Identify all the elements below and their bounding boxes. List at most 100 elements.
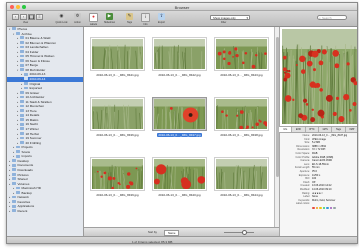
sidebar-item-label: 15 Makro	[25, 117, 39, 122]
folder-icon	[12, 177, 16, 181]
sidebar-item-label: Photos	[17, 27, 28, 31]
inspector-tab[interactable]: Info	[279, 127, 293, 132]
folder-icon	[20, 118, 24, 122]
sidebar-item-label: 07 Berge	[25, 63, 39, 68]
sidebar-item-label: 02 Blumen & Pflanzen	[25, 40, 57, 45]
inspector-tab[interactable]: Tags	[332, 127, 346, 132]
label-color-picker	[280, 206, 357, 210]
thumbnail-caption: 2010-06-13_0…_IMG_8436.jpg	[96, 133, 139, 137]
folder-icon	[24, 86, 28, 90]
sidebar-item-label: Scans	[21, 149, 31, 154]
inspector-tab[interactable]: XMP	[346, 127, 357, 132]
folder-icon	[12, 181, 16, 185]
slideshow-button[interactable]: ▶ Slideshow	[103, 13, 116, 24]
label-color-dot[interactable]	[315, 206, 318, 210]
search-field[interactable]: ⌕ Search	[317, 15, 347, 20]
thumbnail-frame	[90, 97, 145, 131]
folder-icon	[12, 27, 16, 31]
thumbnail-item[interactable]: 2010-06-13_0…_IMG_8441.jpg	[90, 37, 145, 77]
filter-label: Filter	[221, 21, 227, 24]
thumbnail-item[interactable]: 2010-06-13_0…_IMG_8439.jpg	[90, 157, 145, 197]
toolbar: ‹ › ▦ ≡ View ◉ Quick Look ✲ Action ● Lab…	[7, 11, 357, 27]
thumbnail-caption: 2010-06-13_0…_IMG_8439.jpg	[96, 193, 139, 197]
list-view-button[interactable]: ≡	[36, 14, 43, 20]
thumbnail-image	[154, 99, 205, 129]
thumbnail-item[interactable]: 2010-06-13_0…_IMG_8438.jpg	[214, 97, 269, 137]
filter-select[interactable]: Show images only	[210, 15, 250, 21]
sidebar-item-label: 20 Frühling	[25, 140, 41, 145]
inspector-tab[interactable]: IPTC	[306, 127, 319, 132]
thumbnail-item[interactable]: 2010-06-13_0…_IMG_8440.jpg	[152, 157, 207, 197]
thumbnail-item[interactable]: 2010-06-13_0…_IMG_8444.jpg	[214, 157, 269, 197]
thumbnail-image	[92, 39, 143, 69]
sidebar-item-label: 05 Himmel & Wolken	[25, 54, 55, 59]
sidebar-item[interactable]: ▸ Recent	[7, 209, 83, 214]
folder-icon	[20, 104, 24, 108]
folder-icon	[20, 109, 24, 113]
labels-button[interactable]: ● Labels	[87, 13, 100, 26]
thumbnail-image	[92, 159, 143, 189]
sidebar-item-label: 11 Stadt & Straßen	[25, 99, 52, 104]
label-color-dot[interactable]	[319, 206, 322, 210]
folder-icon	[16, 145, 20, 149]
metadata-value[interactable]	[312, 202, 357, 206]
forward-button[interactable]: ›	[20, 14, 27, 20]
inspector-tab[interactable]: EXIF	[292, 127, 306, 132]
label-color-dot[interactable]	[333, 206, 336, 210]
sidebar-item-label: Downloads	[17, 167, 33, 172]
folder-icon	[20, 41, 24, 44]
folder-icon	[20, 91, 24, 94]
thumbnail-image	[154, 159, 205, 189]
folder-icon	[12, 209, 16, 213]
eye-icon: ◉	[58, 13, 65, 20]
thumbnail-image	[216, 99, 267, 129]
folder-icon	[20, 136, 24, 140]
sidebar-item-label: Backup	[21, 190, 32, 195]
sidebar-item-label: 10 Architektur	[25, 95, 45, 100]
thumbnail-caption: 2010-06-13_0…_IMG_8440.jpg	[158, 193, 201, 197]
folder-icon	[16, 191, 20, 194]
quicklook-button[interactable]: ◉ Quick Look	[55, 13, 68, 24]
folder-icon	[20, 68, 24, 72]
folder-icon	[12, 163, 16, 167]
export-icon: ⇪	[158, 13, 165, 20]
label-color-dot[interactable]	[312, 206, 315, 210]
sidebar-item-label: Projects	[21, 145, 33, 150]
sidebar-item-label: 13 Tiere	[25, 108, 37, 113]
folder-icon	[20, 95, 24, 99]
thumbnail-item[interactable]: 2010-06-13_0…_IMG_8443.jpg	[214, 37, 269, 77]
sidebar-item-label: Exported	[29, 86, 42, 91]
label-color-dot[interactable]	[329, 206, 332, 210]
folder-icon	[20, 59, 24, 63]
grid-view-button[interactable]: ▦	[28, 14, 35, 20]
sidebar-item-label: 09 Gräser	[25, 90, 40, 95]
status-text: 1 of 9 items selected, 85.3 MB	[132, 239, 173, 244]
back-button[interactable]: ‹	[12, 14, 19, 20]
sidebar-item-label: 01 Bäume & Wald	[25, 36, 51, 41]
sidebar-item-label: Documents	[17, 163, 34, 168]
play-icon: ▶	[106, 13, 113, 20]
folder-icon	[16, 31, 20, 35]
sidebar-item-label: 2010-06-14	[29, 77, 46, 82]
sidebar-item-label: Volumes	[17, 181, 30, 186]
label-color-dot[interactable]	[326, 206, 329, 210]
label-color-dot[interactable]	[322, 206, 325, 210]
info-button[interactable]: i Info	[139, 13, 152, 26]
sidebar-item-label: 17 Winter	[25, 127, 39, 132]
folder-icon	[20, 54, 24, 58]
view-mode-segment: ‹ › ▦ ≡	[12, 14, 43, 20]
folder-icon	[20, 63, 24, 67]
sidebar-item-label: Shared	[17, 177, 28, 182]
thumbnail-caption: 2010-06-13_0…_IMG_8437.jpg	[157, 133, 202, 137]
inspector-tab[interactable]: GPS	[319, 127, 333, 132]
thumbnail-frame	[152, 157, 207, 191]
thumbnail-item[interactable]: 2010-06-13_0…_IMG_8436.jpg	[90, 97, 145, 137]
export-button[interactable]: ⇪ Export	[155, 13, 168, 24]
thumbnail-item[interactable]: 2010-06-13_0…_IMG_8442.jpg	[152, 37, 207, 77]
zoom-slider[interactable]	[224, 230, 254, 235]
action-button[interactable]: ✲ Action	[71, 13, 84, 24]
thumbnail-item[interactable]: 2010-06-13_0…_IMG_8437.jpg	[152, 97, 207, 137]
folder-icon	[20, 100, 24, 103]
sidebar-item-label: 14 Details	[25, 113, 40, 118]
tags-button[interactable]: ✎ Tags	[123, 13, 136, 24]
